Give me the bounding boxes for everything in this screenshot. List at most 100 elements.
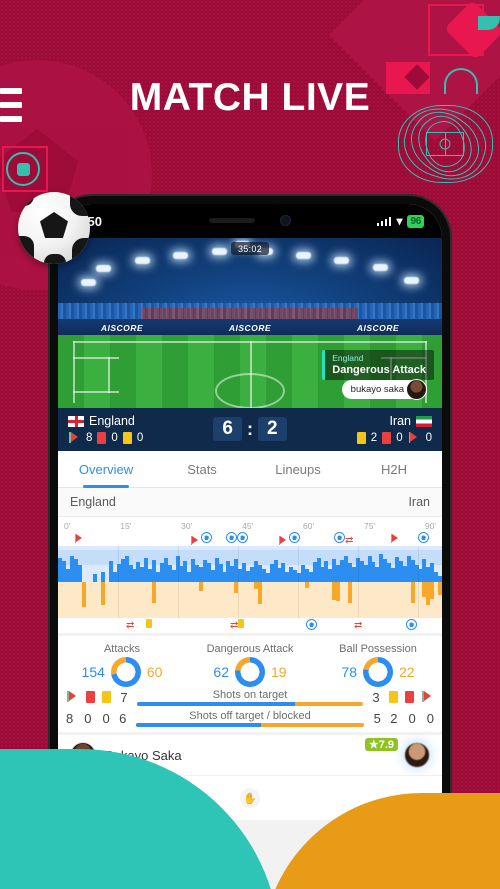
tab-overview[interactable]: Overview <box>58 451 154 487</box>
timeline-event[interactable] <box>418 532 429 546</box>
substitution-icon: ⇄ <box>230 620 239 631</box>
substitution-icon: ⇄ <box>126 620 135 631</box>
away-team-name-row: Iran <box>389 414 432 428</box>
yellow-card-icon <box>122 432 132 444</box>
timeline-event[interactable]: ⇄ <box>230 619 245 631</box>
stat-ring-away-value: 22 <box>399 664 415 680</box>
timeline-event[interactable] <box>406 619 417 633</box>
timeline-event[interactable]: ⇄ <box>354 619 362 631</box>
away-discipline-icons <box>389 691 434 703</box>
momentum-team-labels: England Iran <box>58 488 442 517</box>
tab-lineups[interactable]: Lineups <box>250 451 346 487</box>
player-rating-value: 7.9 <box>378 739 394 751</box>
home-red-count: 0 <box>84 710 92 726</box>
away-team-block[interactable]: Iran 2 0 0 <box>312 414 432 444</box>
tab-h2h[interactable]: H2H <box>346 451 442 487</box>
goal-ball-icon <box>226 532 237 543</box>
adboard-text-3: AISCORE <box>356 323 400 334</box>
adboard-text-1: AISCORE <box>100 323 144 334</box>
tooltip-player-name: bukayo saka <box>350 384 404 396</box>
stat-ring-away-value: 19 <box>271 664 287 680</box>
tab-bar[interactable]: Overview Stats Lineups H2H <box>58 451 442 488</box>
home-yellow-count: 0 <box>102 710 110 726</box>
tooltip-player-chip: bukayo saka <box>341 379 427 401</box>
red-card-icon <box>405 691 414 703</box>
status-bar: 8:50 ▾ 96 <box>58 204 442 238</box>
score-separator: : <box>247 418 253 439</box>
soccer-ball-icon <box>18 192 90 264</box>
momentum-bar <box>336 582 341 602</box>
device-notch <box>201 208 299 232</box>
assist-icon: ✋ <box>240 788 260 808</box>
tab-stats[interactable]: Stats <box>154 451 250 487</box>
yellow-card-icon <box>238 619 245 628</box>
home-yellow-cards: 0 <box>136 432 144 444</box>
shots-off-target-bar <box>135 723 365 727</box>
shot-stats: 7 Shots on target 3 8 0 0 6 Shots off ta… <box>58 687 442 727</box>
substitution-icon: ⇄ <box>354 620 363 631</box>
x-tick: 75' <box>363 521 376 531</box>
shots-off-target-label: Shots off target / blocked <box>189 710 311 722</box>
goal-ball-icon <box>201 532 212 543</box>
adboard-text-2: AISCORE <box>228 323 272 334</box>
momentum-chart[interactable]: 0' 15' 30' 45' 60' 75' 90' ⇄ ⇄ ⇄ ⇄ <box>58 517 442 633</box>
timeline-event[interactable]: ⇄ <box>334 532 353 546</box>
corner-flag-icon <box>390 533 401 544</box>
stadium-icon <box>278 535 289 546</box>
momentum-gridline <box>238 546 239 618</box>
mini-pitch-icon <box>425 132 464 156</box>
cellular-signal-icon <box>376 216 392 226</box>
shots-off-target-away: 5 <box>373 710 381 726</box>
shots-on-target-bar <box>137 702 363 706</box>
away-yellow-count: 2 <box>390 710 398 726</box>
speaker-grill <box>209 217 255 223</box>
home-team-name-row: England <box>68 414 188 428</box>
momentum-gridline <box>118 546 119 618</box>
momentum-bar <box>430 582 435 600</box>
x-tick: 30' <box>181 521 193 531</box>
stat-ring-title: Ball Possession <box>339 643 417 655</box>
stat-ring-away-value: 60 <box>146 664 163 680</box>
wifi-icon: ▾ <box>396 214 403 228</box>
momentum-gridline <box>298 546 299 618</box>
timeline-event[interactable] <box>278 532 300 546</box>
timeline-event[interactable] <box>390 532 401 544</box>
x-tick: 45' <box>242 521 254 531</box>
timeline-event[interactable] <box>74 532 85 544</box>
goal-ball-icon <box>306 619 317 630</box>
momentum-bar <box>199 582 204 592</box>
corner-flag-icon <box>190 535 201 546</box>
red-card-icon <box>382 432 392 444</box>
stat-ring-title: Dangerous Attack <box>206 643 294 655</box>
timeline-event[interactable]: ⇄ <box>126 619 134 631</box>
stat-ring-2: Ball Possession 78 22 <box>314 643 442 687</box>
shots-off-target-row: 8 0 0 6 Shots off target / blocked 5 2 0… <box>66 709 434 727</box>
home-discipline-icons <box>66 691 111 703</box>
substitution-icon: ⇄ <box>345 535 354 546</box>
timeline-event[interactable] <box>146 619 152 631</box>
corner-flag-icon <box>68 432 81 444</box>
momentum-gridline <box>358 546 359 618</box>
home-team-block[interactable]: England 8 0 0 <box>68 414 188 444</box>
home-score: 6 <box>213 417 242 441</box>
away-red-count: 0 <box>408 710 416 726</box>
flag-iran-icon <box>416 415 432 427</box>
momentum-bar <box>152 582 157 604</box>
away-player[interactable]: hdi <box>404 742 430 768</box>
momentum-home-label: England <box>70 495 116 509</box>
goal-ball-icon <box>406 619 417 630</box>
timeline-event[interactable] <box>226 532 248 546</box>
momentum-bar <box>81 582 86 608</box>
momentum-bar <box>257 582 262 604</box>
timeline-event[interactable] <box>190 532 212 546</box>
away-corner-count: 0 <box>426 710 434 726</box>
score-bar: England 8 0 0 6 : 2 Iran 2 0 0 <box>58 408 442 451</box>
goal-ball-icon <box>334 532 345 543</box>
stat-rings: Attacks 154 60 Dangerous Attack 62 19 Ball Pos… <box>58 643 442 687</box>
home-red-cards: 0 <box>111 432 118 444</box>
timeline-event[interactable] <box>306 619 317 633</box>
stat-ring-0: Attacks 154 60 <box>58 643 186 687</box>
front-camera <box>280 214 291 226</box>
live-pitch-view[interactable]: AISCORE AISCORE AISCORE 35:02 England Da… <box>58 238 442 408</box>
battery-indicator: 96 <box>407 214 424 228</box>
